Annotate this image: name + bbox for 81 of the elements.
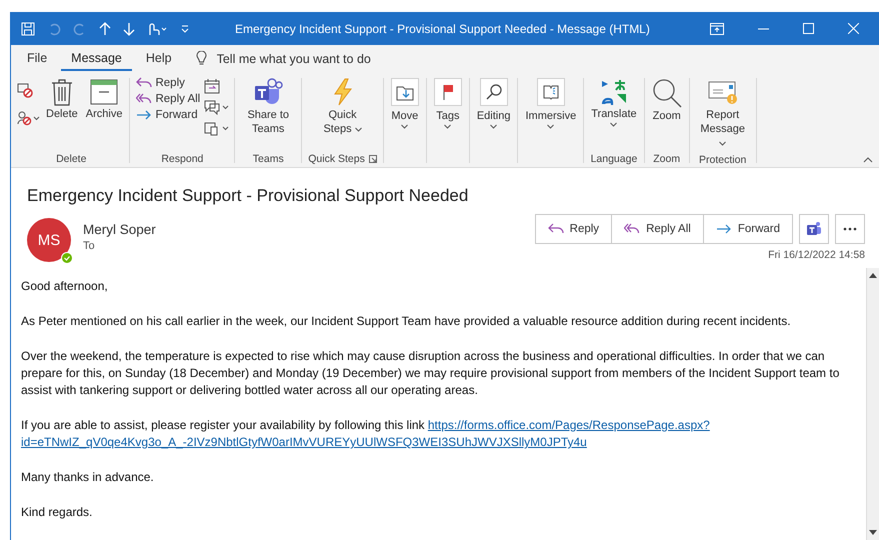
group-label: Language [590, 152, 638, 167]
lightbulb-icon [196, 51, 207, 66]
scrollbar[interactable] [866, 268, 879, 540]
ignore-icon[interactable] [17, 82, 33, 98]
body-paragraph: Good afternoon, [21, 278, 109, 295]
translate-icon [600, 78, 628, 106]
lightning-icon [332, 78, 354, 106]
body-paragraph: Many thanks in advance. [21, 469, 155, 486]
archive-button[interactable]: Archive [82, 76, 126, 122]
report-message-button[interactable]: Report Message [694, 76, 752, 152]
forward-icon [136, 109, 152, 121]
immersive-reader-icon [542, 83, 560, 101]
reply-icon [136, 77, 152, 89]
delete-button[interactable]: Delete [43, 76, 81, 122]
chevron-icon [444, 124, 452, 129]
chevron-icon [401, 124, 408, 129]
group-label: Teams [252, 152, 285, 167]
chevron-icon [547, 124, 554, 129]
reply-all-button[interactable]: Reply All [134, 92, 202, 106]
maximize-icon[interactable] [803, 23, 814, 34]
response-link[interactable]: https://forms.office.com/Pages/ResponsePage.aspx? [428, 418, 710, 432]
teams-icon [806, 221, 822, 237]
editing-button[interactable]: Editing [474, 76, 514, 131]
chat-icon[interactable] [204, 99, 230, 115]
forward-icon [716, 223, 732, 235]
magnifier-icon [652, 78, 682, 108]
minimize-icon[interactable] [758, 28, 769, 30]
teams-icon [253, 78, 284, 106]
window-title: Emergency Incident Support - Provisional Support Needed - Message (HTML) [235, 22, 651, 36]
scroll-down-icon[interactable] [869, 530, 877, 536]
translate-button[interactable]: Translate [588, 76, 640, 129]
message-subject: Emergency Incident Support - Provisional Support Needed [26, 185, 470, 206]
share-to-teams-button[interactable]: Share to Teams [239, 76, 298, 138]
immersive-button[interactable]: Immersive [522, 76, 580, 131]
more-icon [843, 227, 857, 231]
up-arrow-icon[interactable] [99, 22, 111, 36]
reply-button[interactable]: Reply [134, 76, 202, 90]
save-icon[interactable] [21, 22, 35, 36]
dialog-launcher-icon[interactable] [368, 155, 377, 163]
ribbon-display-icon[interactable] [710, 22, 724, 34]
chevron-icon [719, 141, 726, 146]
reply-all-icon [136, 93, 152, 105]
sender-name: Meryl Soper [83, 222, 156, 237]
meeting-icon[interactable] [204, 78, 220, 94]
group-label: Zoom [652, 152, 682, 167]
forward-button[interactable]: Forward [134, 108, 202, 122]
close-icon[interactable] [848, 23, 859, 34]
zoom-button[interactable]: Zoom [648, 76, 685, 124]
teams-button[interactable] [799, 214, 829, 244]
junk-icon[interactable] [17, 110, 41, 126]
response-link[interactable]: id=eTNwIZ_qV0qe4Kvg3o_A_-2IVz9NbtlGtyfW0arIMvVUREYyUUlWSFQ3WEI3SUhJWVJXSllyM0JPTy4u [21, 435, 587, 449]
search-icon [484, 83, 503, 101]
customize-icon[interactable] [181, 24, 189, 34]
reply-icon [548, 223, 564, 235]
move-button[interactable]: Move [388, 76, 422, 131]
reply-all-icon [624, 223, 640, 235]
group-label: Quick Steps [306, 151, 379, 167]
group-label: Protection [698, 152, 748, 167]
sender-avatar: MS [27, 218, 71, 262]
tags-button[interactable]: Tags [430, 76, 465, 131]
chevron-icon [490, 124, 498, 129]
to-label: To [83, 240, 96, 252]
body-paragraph: If you are able to assist, please register your availability by following this link [21, 418, 425, 432]
body-paragraph: Kind regards. [21, 504, 94, 521]
menu-tab[interactable]: Help [136, 46, 182, 70]
collapse-ribbon-icon[interactable] [863, 157, 873, 163]
group-label: Delete [55, 152, 88, 167]
down-arrow-icon[interactable] [123, 22, 135, 36]
body-paragraph: Over the weekend, the temperature is expected to rise which may cause disruption across the business and operational difficulties. In order that we can prepare for this, on Sunday (18 December) and Monday (19 December) we may require provisional support from members of the Incident Support team to assist with tankering support or delivering bottled water across all our operating areas. [21, 348, 840, 399]
search-field[interactable]: Tell me what you want to do [196, 50, 419, 66]
chevron-icon [610, 122, 618, 127]
quick-steps-button[interactable]: Quick Steps [314, 76, 372, 138]
archive-icon [90, 78, 118, 106]
more-respond-icon[interactable] [204, 120, 230, 136]
menu-tab[interactable]: File [17, 46, 58, 70]
body-paragraph: As Peter mentioned on his call earlier in the week, our Incident Support Team have provided a valuable resource addition during recent incidents. [21, 313, 792, 330]
message-date: Fri 16/12/2022 14:58 [768, 249, 865, 261]
trash-icon [50, 78, 73, 106]
scroll-up-icon[interactable] [869, 272, 877, 278]
group-label: Respond [160, 152, 204, 167]
chevron-icon [354, 127, 362, 132]
